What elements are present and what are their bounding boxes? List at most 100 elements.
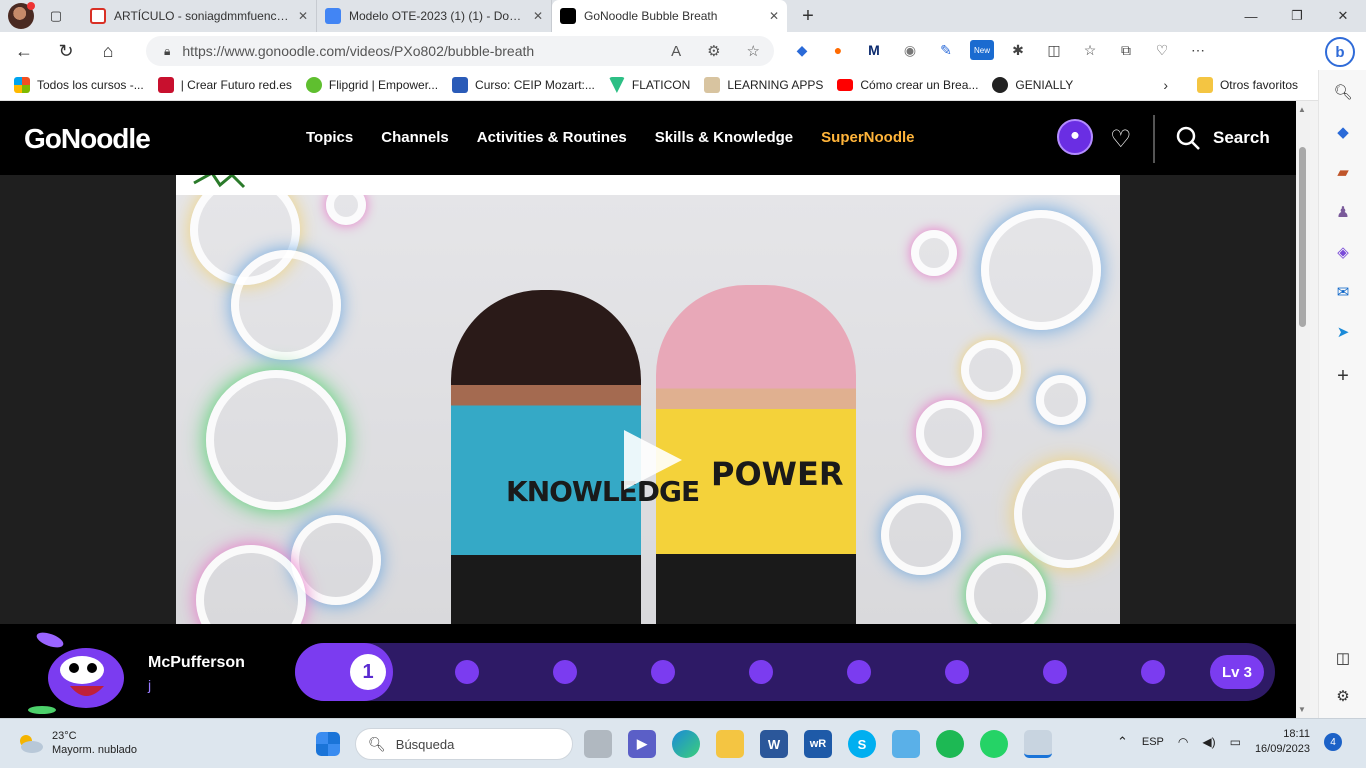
battery-icon[interactable]: ▭	[1230, 735, 1241, 749]
bookmark-item[interactable]: Todos los cursos -...	[14, 77, 144, 93]
split-screen-icon[interactable]: ◫	[1042, 38, 1066, 62]
header-divider	[1153, 115, 1155, 163]
hide-sidebar-icon[interactable]: ◫	[1331, 646, 1355, 670]
close-tab-icon[interactable]: ✕	[298, 9, 308, 23]
paint-icon[interactable]	[892, 730, 920, 758]
teams-chat-icon[interactable]: ▶	[628, 730, 656, 758]
bookmark-item[interactable]: Curso: CEIP Mozart:...	[452, 77, 595, 93]
tab-docs[interactable]: Modelo OTE-2023 (1) (1) - Docum ✕	[317, 0, 552, 32]
office-icon[interactable]: ◈	[1331, 240, 1355, 264]
spotify-icon[interactable]	[936, 730, 964, 758]
new-extension-icon[interactable]: New	[970, 40, 994, 60]
restore-icon[interactable]: ❐	[1274, 0, 1320, 32]
bookmark-item[interactable]: Flipgrid | Empower...	[305, 77, 439, 93]
scroll-down-icon[interactable]: ▼	[1298, 705, 1306, 714]
other-favorites[interactable]: Otros favoritos	[1196, 77, 1298, 93]
task-view-icon[interactable]	[584, 730, 612, 758]
tab-gonoodle[interactable]: GoNoodle Bubble Breath ✕	[552, 0, 787, 32]
bookmark-item[interactable]: Cómo crear un Brea...	[837, 78, 978, 92]
extensions-puzzle-icon[interactable]: ✱	[1006, 38, 1030, 62]
outlook-icon[interactable]: ✉	[1331, 280, 1355, 304]
wordreference-icon[interactable]: wR	[804, 730, 832, 758]
heart-icon[interactable]: ♡	[1110, 125, 1132, 154]
volume-icon[interactable]: ◀)	[1202, 735, 1215, 749]
search-icon[interactable]: 🔍︎	[1331, 80, 1355, 104]
bookmark-item[interactable]: LEARNING APPS	[704, 77, 823, 93]
extension-icon[interactable]: ◆	[790, 38, 814, 62]
search-button[interactable]: Search	[1175, 125, 1270, 151]
nav-activities[interactable]: Activities & Routines	[477, 129, 627, 146]
read-aloud-icon[interactable]: A	[671, 43, 681, 60]
bookmark-item[interactable]: GENIALLY	[992, 77, 1073, 93]
more-menu-icon[interactable]: ⋯	[1186, 38, 1210, 62]
chevron-up-icon[interactable]: ⌃	[1117, 734, 1128, 750]
extension-icon[interactable]: M	[862, 38, 886, 62]
address-bar[interactable]: 🔒︎ https://www.gonoodle.com/videos/PXo80…	[146, 36, 774, 66]
refresh-button[interactable]: ↻	[48, 35, 84, 67]
nav-supernoodle[interactable]: SuperNoodle	[821, 129, 914, 146]
nav-topics[interactable]: Topics	[306, 129, 353, 146]
gonoodle-logo[interactable]: GoNoodle	[24, 123, 151, 155]
file-explorer-icon[interactable]	[716, 730, 744, 758]
video-frame[interactable]: KNOWLEDGE POWER	[176, 195, 1120, 624]
site-header: GoNoodle Topics Channels Activities & Ro…	[0, 101, 1296, 175]
close-window-icon[interactable]: ✕	[1320, 0, 1366, 32]
clock[interactable]: 18:11 16/09/2023	[1255, 727, 1310, 757]
tab-actions-icon[interactable]: ▢	[44, 4, 68, 28]
whatsapp-icon[interactable]	[980, 730, 1008, 758]
games-icon[interactable]: ♟	[1331, 200, 1355, 224]
bookmark-label: Flipgrid | Empower...	[328, 78, 439, 92]
nav-skills[interactable]: Skills & Knowledge	[655, 129, 793, 146]
tab-gmail[interactable]: ARTÍCULO - soniagdmmfuencisla ✕	[82, 0, 317, 32]
tracking-prevention-icon[interactable]: ⚙	[707, 42, 720, 60]
lock-icon[interactable]: 🔒︎	[164, 44, 170, 59]
back-button[interactable]: ←	[6, 35, 42, 67]
collections-icon[interactable]: ⧉	[1114, 38, 1138, 62]
bing-copilot-icon[interactable]: b	[1325, 37, 1355, 67]
bookmark-item[interactable]: | Crear Futuro red.es	[157, 77, 292, 93]
microsoft-icon	[14, 77, 30, 93]
taskbar-search-placeholder: Búsqueda	[395, 736, 455, 752]
nav-channels[interactable]: Channels	[381, 129, 449, 146]
word-icon[interactable]: W	[760, 730, 788, 758]
scroll-up-icon[interactable]: ▲	[1298, 105, 1306, 114]
edge-icon[interactable]	[672, 730, 700, 758]
minimize-icon[interactable]: —	[1228, 0, 1274, 32]
champ-avatar[interactable]	[1057, 119, 1093, 155]
play-icon[interactable]	[624, 430, 682, 490]
mcpufferson-mascot-icon	[28, 632, 124, 714]
close-tab-icon[interactable]: ✕	[769, 9, 779, 23]
video-player[interactable]: KNOWLEDGE POWER	[176, 175, 1120, 624]
weather-widget[interactable]: 23°C Mayorm. nublado	[16, 729, 137, 757]
url-text[interactable]: https://www.gonoodle.com/videos/PXo802/b…	[182, 43, 659, 59]
home-button[interactable]: ⌂	[90, 35, 126, 67]
favorites-icon[interactable]: ☆	[1078, 38, 1102, 62]
performance-icon[interactable]: ♡	[1150, 38, 1174, 62]
scroll-thumb[interactable]	[1299, 147, 1306, 327]
shopping-tag-icon[interactable]: ◆	[1331, 120, 1355, 144]
snipping-tool-icon[interactable]	[1024, 730, 1052, 758]
skype-icon[interactable]: S	[848, 730, 876, 758]
page-scrollbar[interactable]: ▲ ▼	[1296, 101, 1310, 718]
start-windows-icon[interactable]	[316, 732, 340, 756]
wifi-icon[interactable]: ◠	[1178, 735, 1188, 749]
language-indicator[interactable]: ESP	[1142, 736, 1164, 748]
notification-badge[interactable]: 4	[1324, 733, 1342, 751]
bookmark-item[interactable]: FLATICON	[608, 77, 690, 93]
new-tab-button[interactable]: +	[793, 1, 823, 31]
taskbar-search[interactable]: 🔍︎ Búsqueda	[355, 728, 573, 760]
add-icon[interactable]: +	[1331, 364, 1355, 388]
profile-avatar[interactable]	[8, 2, 35, 29]
favorite-star-icon[interactable]: ☆	[747, 42, 760, 60]
sticker-icon	[193, 175, 246, 189]
windows-taskbar: 23°C Mayorm. nublado 🔍︎ Búsqueda ▶ W wR …	[0, 718, 1366, 768]
extension-icon[interactable]: ✎	[934, 38, 958, 62]
tools-briefcase-icon[interactable]: ▰	[1331, 160, 1355, 184]
extension-icon[interactable]: ◉	[898, 38, 922, 62]
chevron-right-icon[interactable]: ›	[1163, 77, 1168, 93]
close-tab-icon[interactable]: ✕	[533, 9, 543, 23]
level-step-dot	[651, 660, 675, 684]
settings-gear-icon[interactable]: ⚙	[1331, 684, 1355, 708]
drop-icon[interactable]: ➤	[1331, 320, 1355, 344]
extension-icon[interactable]: ●	[826, 38, 850, 62]
